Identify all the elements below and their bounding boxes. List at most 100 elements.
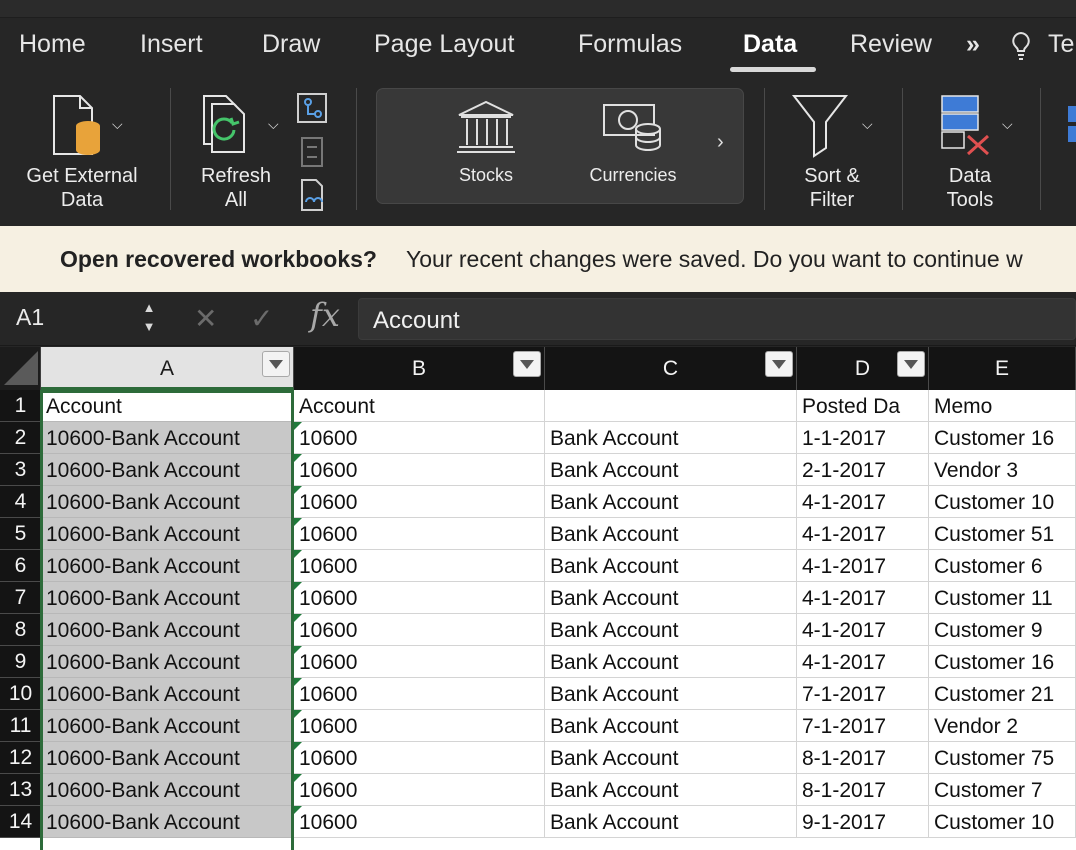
- queries-connections-icon[interactable]: [296, 92, 330, 212]
- insert-function-icon[interactable]: fx: [310, 296, 340, 334]
- table-cell[interactable]: Bank Account: [545, 742, 797, 774]
- table-cell[interactable]: 10600-Bank Account: [41, 678, 294, 710]
- table-cell[interactable]: 10600: [294, 486, 545, 518]
- header-cell[interactable]: Account: [41, 390, 294, 422]
- table-cell[interactable]: Customer 6: [929, 550, 1076, 582]
- tab-review[interactable]: Review: [850, 30, 932, 59]
- table-cell[interactable]: Customer 10: [929, 806, 1076, 838]
- row-header[interactable]: 4: [0, 486, 41, 518]
- row-header[interactable]: 11: [0, 710, 41, 742]
- table-cell[interactable]: 10600-Bank Account: [41, 806, 294, 838]
- table-cell[interactable]: 10600: [294, 582, 545, 614]
- table-cell[interactable]: 2-1-2017: [797, 454, 929, 486]
- table-cell[interactable]: 10600-Bank Account: [41, 614, 294, 646]
- table-cell[interactable]: 4-1-2017: [797, 582, 929, 614]
- table-cell[interactable]: Customer 16: [929, 646, 1076, 678]
- row-header[interactable]: 5: [0, 518, 41, 550]
- table-cell[interactable]: 4-1-2017: [797, 614, 929, 646]
- row-header[interactable]: 13: [0, 774, 41, 806]
- table-cell[interactable]: 10600-Bank Account: [41, 486, 294, 518]
- table-cell[interactable]: Bank Account: [545, 550, 797, 582]
- row-header[interactable]: 12: [0, 742, 41, 774]
- tab-home[interactable]: Home: [19, 30, 86, 59]
- table-cell[interactable]: 1-1-2017: [797, 422, 929, 454]
- table-cell[interactable]: Bank Account: [545, 774, 797, 806]
- currencies-button[interactable]: Currencies: [573, 99, 693, 187]
- tab-formulas[interactable]: Formulas: [578, 30, 682, 59]
- worksheet-grid[interactable]: A B C D E 1 Account Account Posted Da Memo 2 10600-…: [0, 347, 1076, 850]
- header-cell[interactable]: Posted Da: [797, 390, 929, 422]
- table-cell[interactable]: Vendor 2: [929, 710, 1076, 742]
- cancel-icon[interactable]: ✕: [194, 302, 217, 335]
- table-cell[interactable]: Bank Account: [545, 486, 797, 518]
- more-tabs-chevron-icon[interactable]: »: [966, 30, 980, 59]
- table-cell[interactable]: 10600: [294, 710, 545, 742]
- table-cell[interactable]: 10600: [294, 454, 545, 486]
- stocks-button[interactable]: Stocks: [431, 99, 541, 187]
- tab-draw[interactable]: Draw: [262, 30, 320, 59]
- tab-page-layout[interactable]: Page Layout: [374, 30, 514, 59]
- table-cell[interactable]: Customer 10: [929, 486, 1076, 518]
- table-cell[interactable]: Customer 7: [929, 774, 1076, 806]
- table-cell[interactable]: Customer 16: [929, 422, 1076, 454]
- table-cell[interactable]: 10600-Bank Account: [41, 550, 294, 582]
- get-external-data-button[interactable]: ⌵ Get External Data: [14, 92, 150, 212]
- table-cell[interactable]: Customer 11: [929, 582, 1076, 614]
- table-cell[interactable]: 10600-Bank Account: [41, 454, 294, 486]
- table-cell[interactable]: 10600-Bank Account: [41, 518, 294, 550]
- table-cell[interactable]: 4-1-2017: [797, 646, 929, 678]
- table-cell[interactable]: Bank Account: [545, 454, 797, 486]
- gallery-next-chevron-icon[interactable]: ›: [717, 131, 724, 154]
- row-header[interactable]: 9: [0, 646, 41, 678]
- table-cell[interactable]: Bank Account: [545, 646, 797, 678]
- confirm-check-icon[interactable]: ✓: [250, 302, 273, 335]
- table-cell[interactable]: 10600: [294, 550, 545, 582]
- data-tools-button[interactable]: ⌵ Data Tools: [916, 92, 1024, 212]
- table-cell[interactable]: Bank Account: [545, 614, 797, 646]
- table-cell[interactable]: 10600-Bank Account: [41, 774, 294, 806]
- table-cell[interactable]: 10600: [294, 774, 545, 806]
- table-cell[interactable]: 10600: [294, 646, 545, 678]
- table-cell[interactable]: 10600: [294, 518, 545, 550]
- sort-filter-button[interactable]: ⌵ Sort & Filter: [776, 92, 888, 212]
- tab-tell-me[interactable]: Te: [1048, 30, 1074, 59]
- table-cell[interactable]: Bank Account: [545, 582, 797, 614]
- column-header-c[interactable]: C: [545, 347, 797, 390]
- tab-insert[interactable]: Insert: [140, 30, 203, 59]
- header-cell[interactable]: [545, 390, 797, 422]
- table-cell[interactable]: Bank Account: [545, 678, 797, 710]
- table-cell[interactable]: 7-1-2017: [797, 678, 929, 710]
- table-cell[interactable]: 4-1-2017: [797, 518, 929, 550]
- row-header[interactable]: 6: [0, 550, 41, 582]
- row-header[interactable]: 8: [0, 614, 41, 646]
- formula-input[interactable]: Account: [358, 298, 1076, 340]
- table-cell[interactable]: Customer 21: [929, 678, 1076, 710]
- row-header[interactable]: 1: [0, 390, 41, 422]
- table-cell[interactable]: 10600-Bank Account: [41, 582, 294, 614]
- tab-data[interactable]: Data: [743, 30, 797, 59]
- table-cell[interactable]: Bank Account: [545, 518, 797, 550]
- row-header[interactable]: 10: [0, 678, 41, 710]
- table-cell[interactable]: 8-1-2017: [797, 742, 929, 774]
- column-header-b[interactable]: B: [294, 347, 545, 390]
- table-cell[interactable]: 10600-Bank Account: [41, 710, 294, 742]
- whatif-analysis-icon[interactable]: [1066, 104, 1076, 160]
- refresh-all-button[interactable]: ⌵ Refresh All: [182, 92, 290, 212]
- column-header-a[interactable]: A: [41, 347, 294, 390]
- select-all-corner[interactable]: [0, 347, 41, 390]
- table-cell[interactable]: 10600-Bank Account: [41, 646, 294, 678]
- row-header[interactable]: 7: [0, 582, 41, 614]
- name-box[interactable]: A1 ▲ ▼: [0, 292, 170, 344]
- table-cell[interactable]: Bank Account: [545, 710, 797, 742]
- table-cell[interactable]: 9-1-2017: [797, 806, 929, 838]
- column-header-e[interactable]: E: [929, 347, 1076, 390]
- table-cell[interactable]: 10600-Bank Account: [41, 742, 294, 774]
- filter-dropdown-icon[interactable]: [262, 351, 290, 377]
- table-cell[interactable]: Customer 75: [929, 742, 1076, 774]
- name-box-stepper-icon[interactable]: ▲ ▼: [142, 298, 156, 336]
- tell-me-lightbulb-icon[interactable]: [1008, 30, 1034, 69]
- table-cell[interactable]: 4-1-2017: [797, 486, 929, 518]
- table-cell[interactable]: 10600: [294, 422, 545, 454]
- row-header[interactable]: 2: [0, 422, 41, 454]
- table-cell[interactable]: Customer 9: [929, 614, 1076, 646]
